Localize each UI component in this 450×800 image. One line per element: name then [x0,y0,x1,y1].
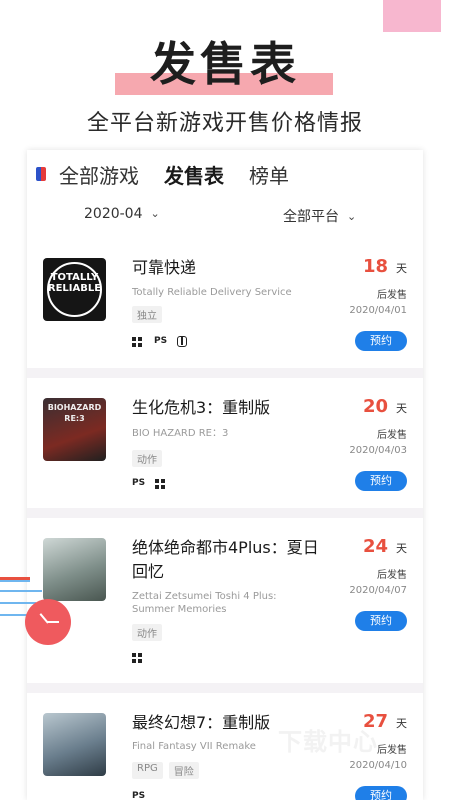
game-english-title: Totally Reliable Delivery Service [132,287,292,298]
platform-filter[interactable]: 全部平台 ⌄ [283,206,356,226]
playstation-icon: PS [154,336,168,346]
tab-release-calendar[interactable]: 发售表 [164,160,224,189]
playstation-icon: PS [132,791,146,800]
watermark: 下载中心 [278,728,378,756]
release-date: 2020/04/01 [349,305,407,316]
game-cover: BIOHAZARD RE:3 [43,398,106,461]
app-screen: 全部游戏 发售表 榜单 2020-04 ⌄ 全部平台 ⌄ TOTALLY RELIA… [27,150,423,800]
game-tags: 动作 [132,450,162,467]
game-title: 可靠快递 [132,258,197,277]
windows-icon [155,478,165,489]
game-tags: 动作 [132,624,162,641]
release-date: 2020/04/10 [349,760,407,771]
windows-icon [132,336,142,347]
playstation-icon: PS [132,478,146,488]
game-tags: RPG 冒险 [132,762,199,779]
game-title: 生化危机3：重制版 [132,398,271,417]
reserve-button[interactable]: 预约 [355,611,407,631]
reserve-button[interactable]: 预约 [355,331,407,351]
clock-icon [25,599,71,645]
game-cover [43,713,106,776]
platform-list: PS [132,478,165,489]
game-english-title: BIO HAZARD RE：3 [132,428,229,439]
month-filter-label: 2020-04 [84,206,143,222]
tag: 动作 [132,450,162,467]
release-label: 后发售 [377,290,407,301]
tab-rankings[interactable]: 榜单 [249,160,289,189]
tab-all-games[interactable]: 全部游戏 [59,160,139,189]
reserve-button[interactable]: 预约 [355,786,407,800]
page-subtitle: 全平台新游戏开售价格情报 [86,111,363,136]
release-label: 后发售 [377,570,407,581]
platform-filter-label: 全部平台 [283,209,339,225]
game-cover: TOTALLY RELIABLE [43,258,106,321]
flag-icon [36,167,46,181]
windows-icon [132,653,142,663]
reserve-button[interactable]: 预约 [355,471,407,491]
tag: 独立 [132,306,162,323]
days-until-release: 20 天 [362,396,407,417]
game-card[interactable]: TOTALLY RELIABLE 可靠快递 Totally Reliable D… [27,238,423,368]
top-tab-bar: 全部游戏 发售表 榜单 2020-04 ⌄ 全部平台 ⌄ [27,150,423,238]
tag: 冒险 [168,762,199,779]
switch-icon [177,336,187,347]
game-english-title: Zettai Zetsumei Toshi 4 Plus: Summer Mem… [132,591,277,615]
tag: RPG [132,762,163,779]
game-title: 绝体绝命都市4Plus：夏日回忆 [132,538,319,581]
month-filter[interactable]: 2020-04 ⌄ [84,206,160,222]
game-card[interactable]: 绝体绝命都市4Plus：夏日回忆 Zettai Zetsumei Toshi 4… [27,518,423,683]
release-label: 后发售 [377,430,407,441]
release-date: 2020/04/03 [349,445,407,456]
page-title: 发售表 [150,37,300,91]
release-label: 后发售 [377,745,407,756]
platform-list: PS [132,791,146,800]
days-until-release: 18 天 [362,256,407,277]
days-until-release: 24 天 [362,536,407,557]
chevron-down-icon: ⌄ [150,207,160,220]
release-date: 2020/04/07 [349,585,407,596]
platform-list: PS [132,336,187,347]
chevron-down-icon: ⌄ [347,210,357,223]
game-card[interactable]: BIOHAZARD RE:3 生化危机3：重制版 BIO HAZARD RE：3… [27,378,423,508]
platform-list [132,653,142,663]
game-tags: 独立 [132,306,162,323]
tag: 动作 [132,624,162,641]
